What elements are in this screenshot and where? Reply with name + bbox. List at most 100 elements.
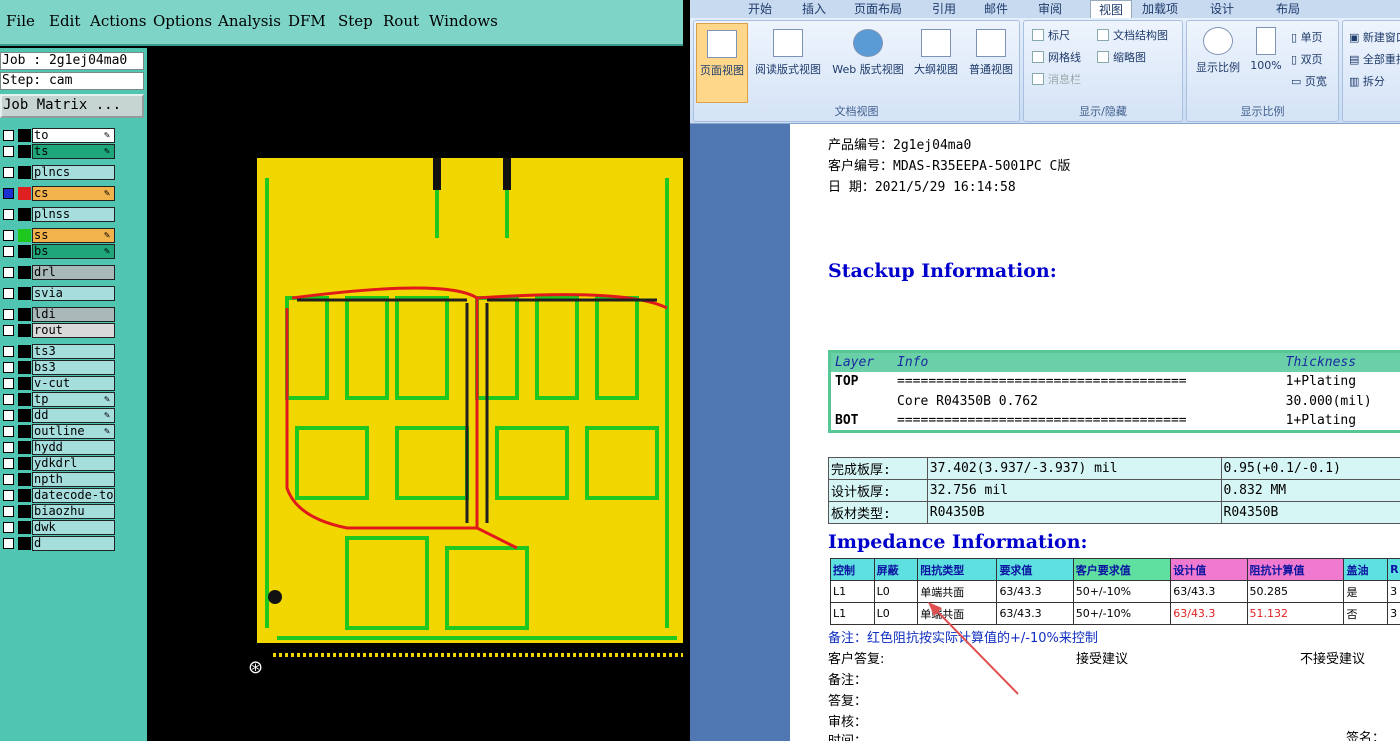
layer-row[interactable]: ts ✎ (0, 144, 118, 159)
arrange-all-button[interactable]: ▤ 全部重排 (1349, 51, 1400, 67)
tab-4[interactable]: 邮件 (984, 0, 1008, 17)
ruler-checkbox[interactable]: 标尺 (1032, 27, 1070, 43)
layer-checkbox[interactable] (3, 378, 14, 389)
layer-checkbox[interactable] (3, 394, 14, 405)
layer-row[interactable]: ss ✎ (0, 228, 118, 243)
layer-checkbox[interactable] (3, 325, 14, 336)
layer-name[interactable]: ts ✎ (32, 144, 115, 159)
tab-6[interactable]: 视图 (1090, 0, 1133, 19)
layer-checkbox[interactable] (3, 458, 14, 469)
menu-file[interactable]: File (6, 12, 35, 30)
page-width-button[interactable]: ▭ 页宽 (1291, 73, 1327, 89)
layer-checkbox[interactable] (3, 442, 14, 453)
layer-name[interactable]: plncs (32, 165, 115, 180)
layer-checkbox[interactable] (3, 538, 14, 549)
accept-option[interactable]: 接受建议 (1076, 648, 1128, 667)
layer-name[interactable]: rout (32, 323, 115, 338)
layer-name[interactable]: svia (32, 286, 115, 301)
layer-checkbox[interactable] (3, 490, 14, 501)
layer-checkbox[interactable] (3, 474, 14, 485)
layer-name[interactable]: dwk (32, 520, 115, 535)
job-matrix-button[interactable]: Job Matrix ... (0, 94, 144, 118)
menu-options[interactable]: Options (153, 12, 212, 30)
tab-0[interactable]: 开始 (748, 0, 772, 17)
layer-name[interactable]: ydkdrl (32, 456, 115, 471)
layer-row[interactable]: rout (0, 323, 118, 338)
doc-map-checkbox[interactable]: 文档结构图 (1097, 27, 1168, 43)
layer-row[interactable]: plncs (0, 165, 118, 180)
layer-checkbox[interactable] (3, 246, 14, 257)
layer-checkbox[interactable] (3, 188, 14, 199)
menu-step[interactable]: Step (338, 12, 373, 30)
menu-dfm[interactable]: DFM (288, 12, 326, 30)
message-bar-checkbox[interactable]: 消息栏 (1032, 71, 1081, 87)
zoom-button[interactable]: 显示比例 (1191, 27, 1245, 75)
layer-name[interactable]: to ✎ (32, 128, 115, 143)
layer-name[interactable]: drl (32, 265, 115, 280)
layer-row[interactable]: to ✎ (0, 128, 118, 143)
layer-name[interactable]: plnss (32, 207, 115, 222)
layer-name[interactable]: ts3 (32, 344, 115, 359)
layer-checkbox[interactable] (3, 267, 14, 278)
pcb-canvas[interactable]: ⊛ (147, 48, 683, 741)
tab-2[interactable]: 页面布局 (854, 0, 902, 17)
layer-checkbox[interactable] (3, 410, 14, 421)
layer-row[interactable]: hydd (0, 440, 118, 455)
layer-row[interactable]: ydkdrl (0, 456, 118, 471)
edit-icon[interactable]: ✎ (104, 393, 110, 406)
layer-checkbox[interactable] (3, 230, 14, 241)
layer-checkbox[interactable] (3, 146, 14, 157)
layer-name[interactable]: biaozhu (32, 504, 115, 519)
layer-checkbox[interactable] (3, 167, 14, 178)
edit-icon[interactable]: ✎ (104, 245, 110, 258)
edit-icon[interactable]: ✎ (104, 425, 110, 438)
split-button[interactable]: ▥ 拆分 (1349, 73, 1385, 89)
thumbnails-checkbox[interactable]: 缩略图 (1097, 49, 1146, 65)
layer-row[interactable]: cs ✎ (0, 186, 118, 201)
layer-row[interactable]: bs ✎ (0, 244, 118, 259)
layer-name[interactable]: cs ✎ (32, 186, 115, 201)
layer-name[interactable]: ldi (32, 307, 115, 322)
layer-checkbox[interactable] (3, 362, 14, 373)
layer-name[interactable]: outline ✎ (32, 424, 115, 439)
menu-rout[interactable]: Rout (383, 12, 419, 30)
layer-name[interactable]: bs ✎ (32, 244, 115, 259)
menu-analysis[interactable]: Analysis (218, 12, 281, 30)
view-reading-button[interactable]: 阅读版式视图 (752, 29, 824, 77)
layer-row[interactable]: d (0, 536, 118, 551)
tab-9[interactable]: 布局 (1276, 0, 1300, 17)
document-page[interactable]: 产品编号：2g1ej04ma0 客户编号：MDAS-R35EEPA-5001PC… (790, 124, 1400, 741)
tab-8[interactable]: 设计 (1210, 0, 1234, 17)
layer-checkbox[interactable] (3, 130, 14, 141)
tab-7[interactable]: 加载项 (1142, 0, 1178, 17)
layer-checkbox[interactable] (3, 506, 14, 517)
layer-name[interactable]: bs3 (32, 360, 115, 375)
view-outline-button[interactable]: 大纲视图 (910, 29, 962, 77)
layer-name[interactable]: d (32, 536, 115, 551)
layer-row[interactable]: ts3 (0, 344, 118, 359)
tab-5[interactable]: 审阅 (1038, 0, 1062, 17)
two-pages-button[interactable]: ▯ 双页 (1291, 51, 1323, 67)
layer-row[interactable]: v-cut (0, 376, 118, 391)
reject-option[interactable]: 不接受建议 (1300, 648, 1365, 667)
layer-checkbox[interactable] (3, 288, 14, 299)
zoom-100-button[interactable]: 100% (1247, 27, 1285, 72)
layer-row[interactable]: datecode-to (0, 488, 118, 503)
edit-icon[interactable]: ✎ (104, 409, 110, 422)
gridlines-checkbox[interactable]: 网格线 (1032, 49, 1081, 65)
layer-row[interactable]: npth (0, 472, 118, 487)
tab-1[interactable]: 插入 (802, 0, 826, 17)
edit-icon[interactable]: ✎ (104, 145, 110, 158)
layer-row[interactable]: tp ✎ (0, 392, 118, 407)
menu-windows[interactable]: Windows (429, 12, 498, 30)
layer-row[interactable]: svia (0, 286, 118, 301)
layer-name[interactable]: npth (32, 472, 115, 487)
layer-row[interactable]: outline ✎ (0, 424, 118, 439)
layer-name[interactable]: hydd (32, 440, 115, 455)
view-draft-button[interactable]: 普通视图 (964, 29, 1018, 77)
menu-actions[interactable]: Actions (90, 12, 146, 30)
layer-name[interactable]: tp ✎ (32, 392, 115, 407)
new-window-button[interactable]: ▣ 新建窗口 (1349, 29, 1400, 45)
one-page-button[interactable]: ▯ 单页 (1291, 29, 1323, 45)
layer-row[interactable]: plnss (0, 207, 118, 222)
